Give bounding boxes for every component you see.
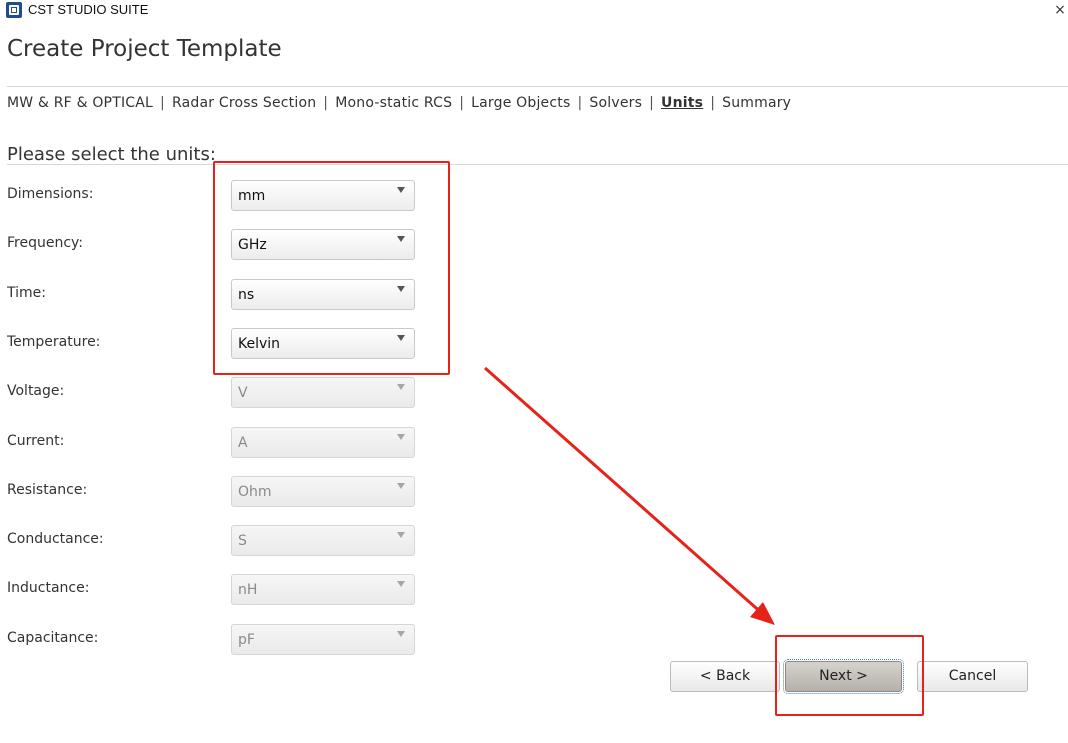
breadcrumb-item-mono-static-rcs[interactable]: Mono-static RCS (335, 95, 452, 111)
current-unit-select: A (231, 427, 415, 458)
cancel-button[interactable]: Cancel (917, 661, 1028, 692)
current-label: Current: (7, 433, 65, 449)
capacitance-unit-value: pF (238, 632, 255, 648)
inductance-label: Inductance: (7, 580, 90, 596)
page-title: Create Project Template (7, 36, 282, 62)
inductance-unit-select: nH (231, 574, 415, 605)
breadcrumb: MW & RF & OPTICAL | Radar Cross Section | Mo… (7, 95, 791, 115)
voltage-unit-select: V (231, 377, 415, 408)
conductance-unit-select: S (231, 525, 415, 556)
frequency-unit-value: GHz (238, 237, 267, 253)
breadcrumb-item-large-objects[interactable]: Large Objects (471, 95, 570, 111)
resistance-unit-select: Ohm (231, 476, 415, 507)
conductance-unit-value: S (238, 533, 247, 549)
dropdown-arrow-icon (397, 384, 405, 390)
time-unit-select[interactable]: ns (231, 279, 415, 310)
dropdown-arrow-icon (397, 286, 405, 292)
units-section-heading: Please select the units: (7, 144, 216, 165)
dimensions-label: Dimensions: (7, 186, 94, 202)
dropdown-arrow-icon (397, 335, 405, 341)
dropdown-arrow-icon (397, 581, 405, 587)
dropdown-arrow-icon (397, 434, 405, 440)
voltage-unit-value: V (238, 385, 248, 401)
voltage-label: Voltage: (7, 383, 65, 399)
header-divider (7, 86, 1068, 87)
capacitance-label: Capacitance: (7, 630, 99, 646)
annotation-arrow-head (750, 602, 775, 625)
frequency-unit-select[interactable]: GHz (231, 229, 415, 260)
breadcrumb-item-radar-cross-section[interactable]: Radar Cross Section (172, 95, 316, 111)
breadcrumb-separator: | (710, 95, 716, 111)
breadcrumb-separator: | (459, 95, 465, 111)
breadcrumb-separator: | (649, 95, 655, 111)
resistance-unit-value: Ohm (238, 484, 272, 500)
breadcrumb-separator: | (323, 95, 329, 111)
dropdown-arrow-icon (397, 187, 405, 193)
temperature-unit-value: Kelvin (238, 336, 281, 352)
annotation-arrow-shaft (484, 366, 765, 617)
next-button[interactable]: Next > (783, 659, 904, 694)
close-button[interactable]: × (1052, 0, 1068, 20)
breadcrumb-item-solvers[interactable]: Solvers (589, 95, 642, 111)
breadcrumb-separator: | (577, 95, 583, 111)
temperature-label: Temperature: (7, 334, 101, 350)
time-label: Time: (7, 285, 46, 301)
dropdown-arrow-icon (397, 483, 405, 489)
dropdown-arrow-icon (397, 631, 405, 637)
time-unit-value: ns (238, 287, 255, 303)
inductance-unit-value: nH (238, 582, 258, 598)
dimensions-unit-select[interactable]: mm (231, 180, 415, 211)
back-button[interactable]: < Back (670, 661, 780, 692)
breadcrumb-item-units[interactable]: Units (661, 95, 703, 111)
breadcrumb-item-mw-rf-optical[interactable]: MW & RF & OPTICAL (7, 95, 153, 111)
breadcrumb-item-summary[interactable]: Summary (722, 95, 791, 111)
cst-logo-icon (6, 2, 22, 18)
app-title: CST STUDIO SUITE (28, 2, 149, 17)
title-bar: CST STUDIO SUITE × (0, 0, 1068, 22)
temperature-unit-select[interactable]: Kelvin (231, 328, 415, 359)
dimensions-unit-value: mm (238, 188, 266, 204)
create-project-template-dialog: CST STUDIO SUITE × Create Project Templa… (0, 0, 1068, 743)
dropdown-arrow-icon (397, 236, 405, 242)
conductance-label: Conductance: (7, 531, 104, 547)
section-divider (7, 164, 1068, 165)
resistance-label: Resistance: (7, 482, 88, 498)
dropdown-arrow-icon (397, 532, 405, 538)
current-unit-value: A (238, 435, 248, 451)
breadcrumb-separator: | (160, 95, 165, 111)
capacitance-unit-select: pF (231, 624, 415, 655)
frequency-label: Frequency: (7, 235, 84, 251)
